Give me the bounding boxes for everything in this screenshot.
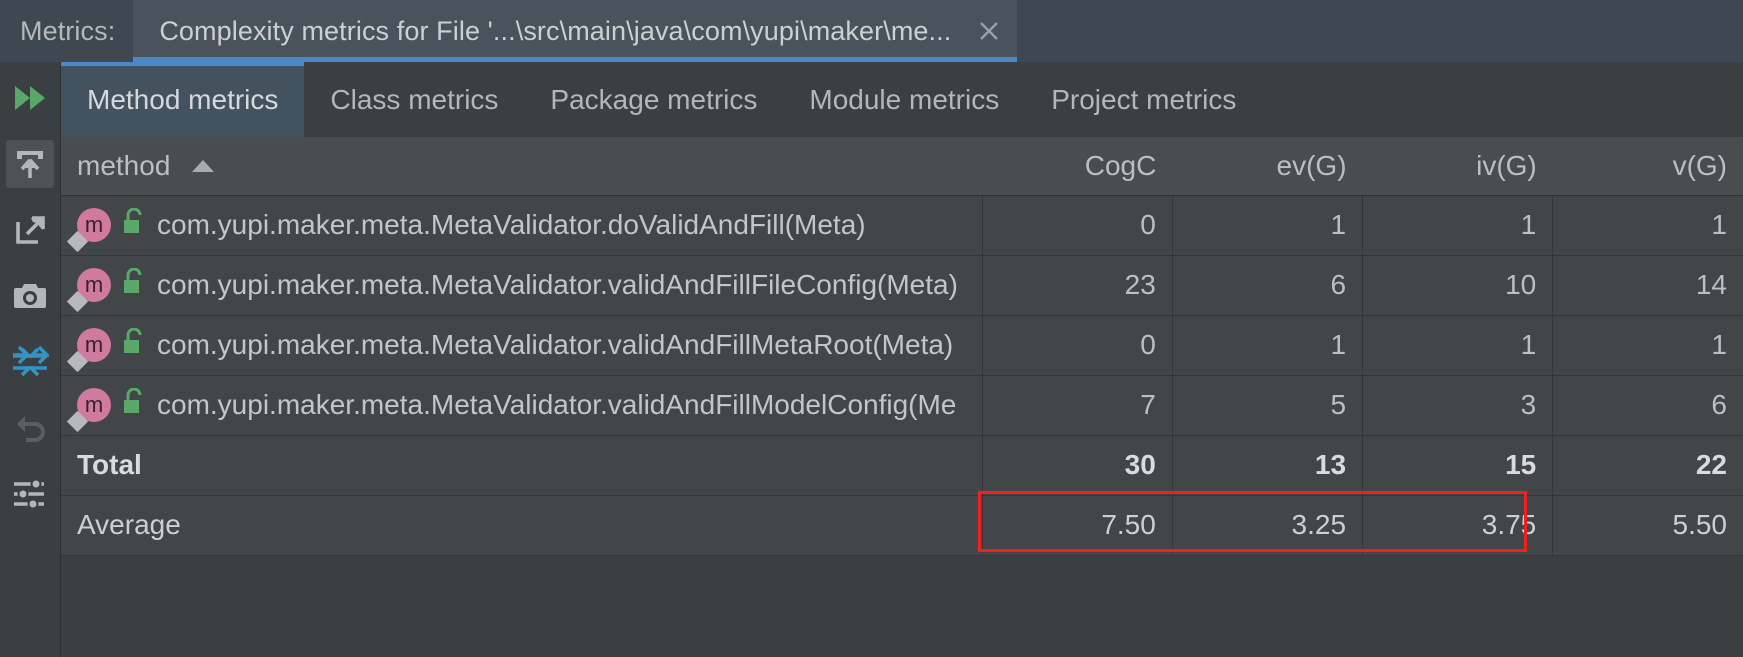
cell-evg: 1 bbox=[1172, 195, 1364, 256]
tool-window-header: Metrics: Complexity metrics for File '..… bbox=[0, 0, 1743, 62]
metrics-tool-window: Metrics: Complexity metrics for File '..… bbox=[0, 0, 1743, 657]
undo-icon[interactable] bbox=[6, 404, 54, 452]
metrics-table-header: method CogC ev(G) iv(G) v(G) bbox=[61, 137, 1743, 196]
method-cell: m com.yupi.maker.meta.MetaValidator.doVa… bbox=[61, 195, 983, 256]
total-cogc: 30 bbox=[982, 435, 1173, 496]
cell-cogc: 7 bbox=[982, 375, 1173, 436]
cell-vg: 14 bbox=[1552, 255, 1743, 316]
tab-module-metrics-label: Module metrics bbox=[809, 83, 1000, 115]
cell-ivg: 10 bbox=[1362, 255, 1554, 316]
tab-project-metrics-label: Project metrics bbox=[1051, 83, 1237, 115]
metrics-table-container: method CogC ev(G) iv(G) v(G) m com.yupi.… bbox=[61, 137, 1743, 657]
cell-vg: 1 bbox=[1552, 195, 1743, 256]
cell-vg: 1 bbox=[1552, 315, 1743, 376]
collapse-diff-icon[interactable] bbox=[6, 338, 54, 386]
open-external-icon[interactable] bbox=[6, 206, 54, 254]
average-label: Average bbox=[61, 495, 983, 556]
method-icon: m bbox=[77, 268, 111, 302]
tab-method-metrics-label: Method metrics bbox=[87, 83, 279, 115]
cell-evg: 6 bbox=[1172, 255, 1364, 316]
run-all-icon[interactable] bbox=[6, 74, 54, 122]
cell-ivg: 1 bbox=[1362, 195, 1554, 256]
method-name: com.yupi.maker.meta.MetaValidator.validA… bbox=[157, 269, 958, 300]
method-icon: m bbox=[77, 208, 111, 242]
metrics-result-tab-label: Complexity metrics for File '...\src\mai… bbox=[159, 15, 952, 46]
table-row[interactable]: m com.yupi.maker.meta.MetaValidator.vali… bbox=[61, 255, 1743, 316]
table-empty-area bbox=[61, 612, 1743, 657]
public-lock-icon bbox=[121, 267, 147, 303]
total-ivg: 15 bbox=[1362, 435, 1554, 496]
method-icon: m bbox=[77, 328, 111, 362]
tab-class-metrics[interactable]: Class metrics bbox=[304, 62, 524, 137]
table-row-average: Average 7.50 3.25 3.75 5.50 bbox=[61, 495, 1743, 556]
method-icon: m bbox=[77, 388, 111, 422]
total-vg: 22 bbox=[1552, 435, 1743, 496]
average-vg: 5.50 bbox=[1552, 495, 1743, 556]
tab-project-metrics[interactable]: Project metrics bbox=[1025, 62, 1262, 137]
method-name: com.yupi.maker.meta.MetaValidator.validA… bbox=[157, 329, 954, 360]
column-header-cogc[interactable]: CogC bbox=[982, 137, 1173, 196]
method-cell: m com.yupi.maker.meta.MetaValidator.vali… bbox=[61, 255, 983, 316]
filter-settings-icon[interactable] bbox=[6, 470, 54, 518]
cell-cogc: 0 bbox=[982, 195, 1173, 256]
header-row: method CogC ev(G) iv(G) v(G) bbox=[61, 137, 1743, 196]
export-icon[interactable] bbox=[6, 140, 54, 188]
column-header-method-label: method bbox=[77, 149, 171, 181]
table-row[interactable]: m com.yupi.maker.meta.MetaValidator.vali… bbox=[61, 375, 1743, 436]
total-label: Total bbox=[61, 435, 983, 496]
table-row[interactable]: m com.yupi.maker.meta.MetaValidator.doVa… bbox=[61, 195, 1743, 256]
average-cogc: 7.50 bbox=[982, 495, 1173, 556]
column-header-vg[interactable]: v(G) bbox=[1552, 137, 1743, 196]
column-header-evg[interactable]: ev(G) bbox=[1172, 137, 1363, 196]
metrics-table: method CogC ev(G) iv(G) v(G) m com.yupi.… bbox=[61, 137, 1743, 556]
table-row-total: Total 30 13 15 22 bbox=[61, 435, 1743, 496]
column-header-ivg[interactable]: iv(G) bbox=[1362, 137, 1553, 196]
close-icon[interactable] bbox=[961, 0, 1017, 62]
column-header-method[interactable]: method bbox=[61, 137, 983, 196]
tab-class-metrics-label: Class metrics bbox=[330, 83, 499, 115]
method-cell: m com.yupi.maker.meta.MetaValidator.vali… bbox=[61, 375, 983, 436]
average-ivg: 3.75 bbox=[1362, 495, 1554, 556]
table-row[interactable]: m com.yupi.maker.meta.MetaValidator.vali… bbox=[61, 315, 1743, 376]
method-name: com.yupi.maker.meta.MetaValidator.doVali… bbox=[157, 209, 866, 240]
cell-evg: 1 bbox=[1172, 315, 1364, 376]
sort-ascending-icon bbox=[192, 159, 215, 172]
method-name: com.yupi.maker.meta.MetaValidator.validA… bbox=[157, 389, 957, 420]
tab-package-metrics[interactable]: Package metrics bbox=[524, 62, 783, 137]
cell-cogc: 23 bbox=[982, 255, 1173, 316]
public-lock-icon bbox=[121, 207, 147, 243]
average-evg: 3.25 bbox=[1172, 495, 1364, 556]
cell-evg: 5 bbox=[1172, 375, 1364, 436]
tab-method-metrics[interactable]: Method metrics bbox=[61, 62, 305, 137]
tool-window-actions bbox=[0, 62, 61, 657]
cell-vg: 6 bbox=[1552, 375, 1743, 436]
total-evg: 13 bbox=[1172, 435, 1364, 496]
tab-module-metrics[interactable]: Module metrics bbox=[783, 62, 1025, 137]
tab-package-metrics-label: Package metrics bbox=[550, 83, 758, 115]
public-lock-icon bbox=[121, 387, 147, 423]
cell-cogc: 0 bbox=[982, 315, 1173, 376]
public-lock-icon bbox=[121, 327, 147, 363]
method-cell: m com.yupi.maker.meta.MetaValidator.vali… bbox=[61, 315, 983, 376]
metrics-category-tabs: Method metrics Class metrics Package met… bbox=[61, 62, 1743, 137]
metrics-table-body: m com.yupi.maker.meta.MetaValidator.doVa… bbox=[61, 195, 1743, 556]
cell-ivg: 3 bbox=[1362, 375, 1554, 436]
cell-ivg: 1 bbox=[1362, 315, 1554, 376]
snapshot-camera-icon[interactable] bbox=[6, 272, 54, 320]
tool-window-label: Metrics: bbox=[20, 15, 116, 46]
metrics-result-tab[interactable]: Complexity metrics for File '...\src\mai… bbox=[133, 0, 1018, 62]
